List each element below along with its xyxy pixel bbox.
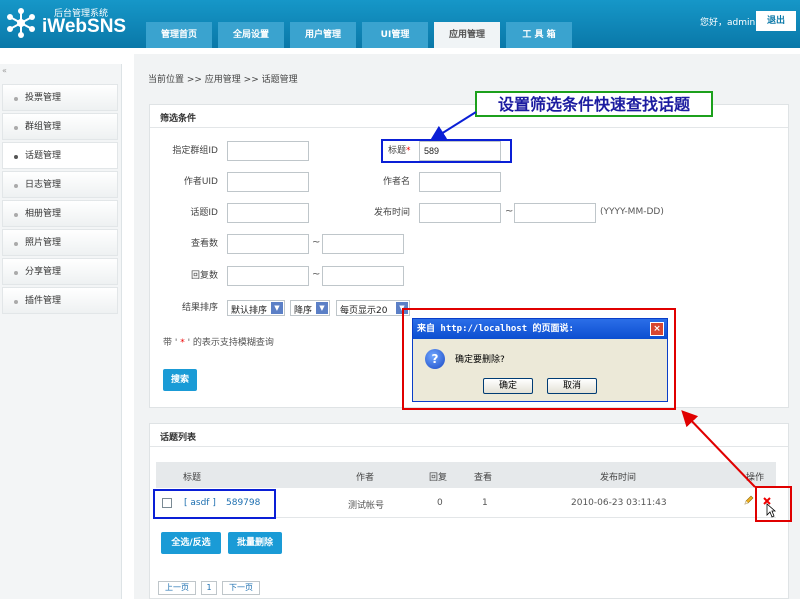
dialog-title: 来自 http://localhost 的页面说: <box>413 319 667 339</box>
question-icon: ? <box>425 349 445 369</box>
arrow-to-title-field <box>429 111 477 142</box>
ok-button[interactable]: 确定 <box>483 378 533 394</box>
confirm-dialog: 来自 http://localhost 的页面说: × ? 确定要删除? 确定 … <box>412 318 668 402</box>
dialog-message: 确定要删除? <box>455 355 505 365</box>
cancel-button[interactable]: 取消 <box>547 378 597 394</box>
arrow-to-dialog <box>681 410 756 488</box>
close-icon[interactable]: × <box>650 322 664 336</box>
annotation-arrows <box>429 111 756 488</box>
